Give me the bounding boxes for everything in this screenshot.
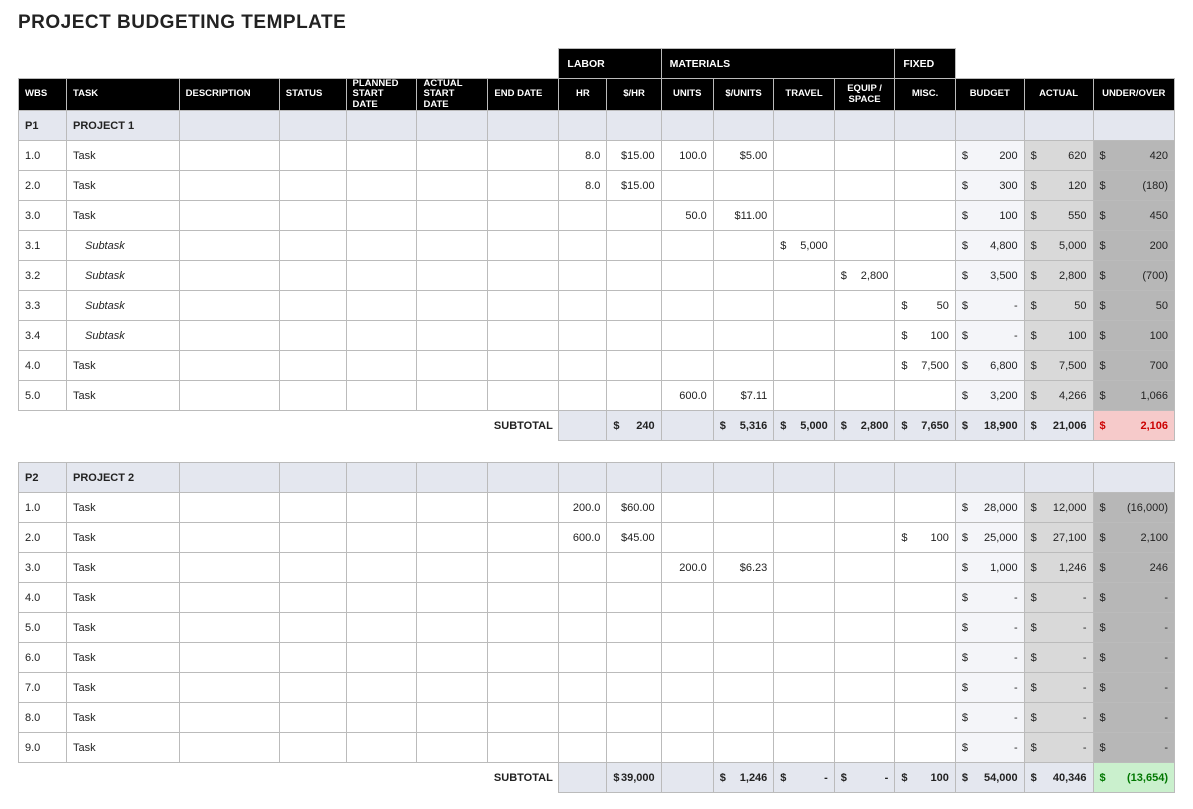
hdr-pstart: PLANNED START DATE	[346, 79, 417, 111]
table-row[interactable]: 5.0 Task $- $- $-	[19, 613, 1175, 643]
hdr-hr: HR	[559, 79, 607, 111]
hdr-end: END DATE	[488, 79, 559, 111]
table-row[interactable]: 3.3 Subtask $50 $- $50 $50	[19, 291, 1175, 321]
table-row[interactable]: 5.0 Task 600.0 $7.11 $3,200 $4,266 $1,06…	[19, 381, 1175, 411]
subtotal-row: SUBTOTAL $240 $5,316 $5,000 $2,800 $7,65…	[19, 411, 1175, 441]
subtotal-row: SUBTOTAL $39,000 $1,246 $- $- $100 $54,0…	[19, 763, 1175, 793]
hdr-travel: TRAVEL	[774, 79, 835, 111]
table-row[interactable]: 1.0 Task 200.0 $60.00 $28,000 $12,000 $(…	[19, 493, 1175, 523]
hdr-status: STATUS	[279, 79, 346, 111]
project-row: P2PROJECT 2	[19, 463, 1175, 493]
hdr-desc: DESCRIPTION	[179, 79, 279, 111]
table-row[interactable]: 3.0 Task 200.0 $6.23 $1,000 $1,246 $246	[19, 553, 1175, 583]
hdr-punits: $/UNITS	[713, 79, 774, 111]
table-row[interactable]: 1.0 Task 8.0 $15.00 100.0 $5.00 $200 $62…	[19, 141, 1175, 171]
table-row[interactable]: 3.1 Subtask $5,000 $4,800 $5,000 $200	[19, 231, 1175, 261]
group-materials: MATERIALS	[661, 49, 895, 79]
group-labor: LABOR	[559, 49, 661, 79]
table-row[interactable]: 9.0 Task $- $- $-	[19, 733, 1175, 763]
hdr-wbs: WBS	[19, 79, 67, 111]
table-row[interactable]: 4.0 Task $- $- $-	[19, 583, 1175, 613]
table-row[interactable]: 6.0 Task $- $- $-	[19, 643, 1175, 673]
table-row[interactable]: 4.0 Task $7,500 $6,800 $7,500 $700	[19, 351, 1175, 381]
table-row[interactable]: 3.0 Task 50.0 $11.00 $100 $550 $450	[19, 201, 1175, 231]
table-row[interactable]: 7.0 Task $- $- $-	[19, 673, 1175, 703]
hdr-equip: EQUIP / SPACE	[834, 79, 895, 111]
hdr-actual: ACTUAL	[1024, 79, 1093, 111]
project-row: P1PROJECT 1	[19, 111, 1175, 141]
hdr-budget: BUDGET	[955, 79, 1024, 111]
hdr-astart: ACTUAL START DATE	[417, 79, 488, 111]
table-row[interactable]: 3.2 Subtask $2,800 $3,500 $2,800 $(700)	[19, 261, 1175, 291]
table-row[interactable]: 2.0 Task 600.0 $45.00 $100 $25,000 $27,1…	[19, 523, 1175, 553]
table-row[interactable]: 3.4 Subtask $100 $- $100 $100	[19, 321, 1175, 351]
hdr-rate: $/HR	[607, 79, 661, 111]
hdr-misc: MISC.	[895, 79, 956, 111]
table-row[interactable]: 8.0 Task $- $- $-	[19, 703, 1175, 733]
group-fixed: FIXED	[895, 49, 956, 79]
page-title: PROJECT BUDGETING TEMPLATE	[18, 12, 1175, 34]
hdr-units: UNITS	[661, 79, 713, 111]
hdr-task: TASK	[66, 79, 179, 111]
hdr-uo: UNDER/OVER	[1093, 79, 1174, 111]
table-row[interactable]: 2.0 Task 8.0 $15.00 $300 $120 $(180)	[19, 171, 1175, 201]
